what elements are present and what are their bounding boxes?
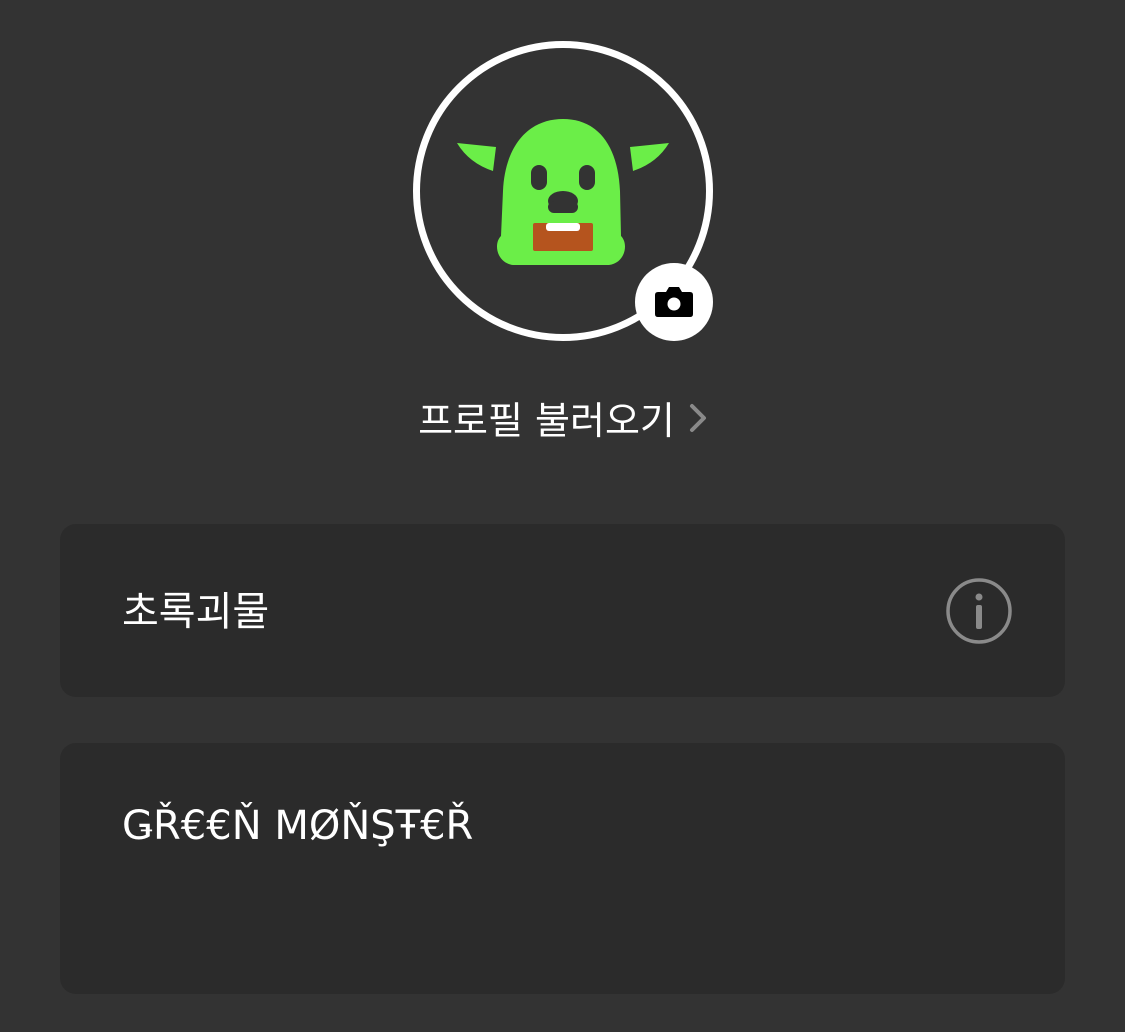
name-field[interactable]: 초록괴물 (60, 524, 1065, 697)
info-icon[interactable] (946, 578, 1012, 644)
load-profile-label: 프로필 불러오기 (418, 399, 675, 443)
avatar[interactable] (413, 41, 713, 341)
status-message-value: ǤŘ€€Ň MØŇŞŦ€Ř (122, 803, 474, 849)
change-photo-button[interactable] (635, 263, 713, 341)
profile-edit-screen: 프로필 불러오기 초록괴물 ǤŘ€€Ň MØŇŞŦ€Ř (0, 0, 1125, 1032)
load-profile-link[interactable]: 프로필 불러오기 (0, 390, 1125, 445)
camera-icon (655, 287, 693, 317)
chevron-right-icon (689, 403, 707, 433)
status-message-field[interactable]: ǤŘ€€Ň MØŇŞŦ€Ř (60, 743, 1065, 994)
name-value: 초록괴물 (122, 589, 270, 635)
